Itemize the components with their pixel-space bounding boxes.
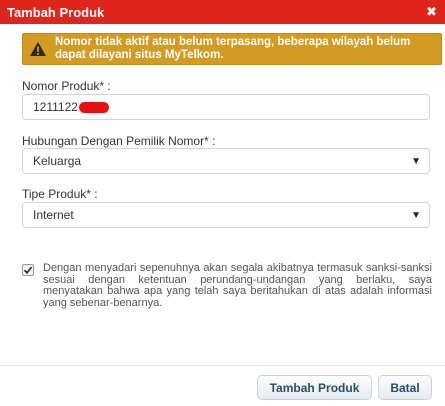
checkmark-icon [23, 266, 33, 275]
batal-button[interactable]: Batal [378, 375, 432, 400]
hubungan-selected: Keluarga [33, 154, 82, 168]
warning-icon [29, 40, 47, 58]
dialog-titlebar: Tambah Produk ✖ [0, 0, 445, 24]
warning-alert: Nomor tidak aktif atau belum terpasang, … [22, 33, 442, 65]
dropdown-arrow-icon: ▼ [411, 209, 421, 221]
consent-text: Dengan menyadari sepenuhnya akan segala … [43, 262, 432, 309]
redaction-mark [78, 101, 109, 113]
consent-checkbox[interactable] [22, 264, 34, 276]
close-icon[interactable]: ✖ [426, 4, 437, 20]
consent-row: Dengan menyadari sepenuhnya akan segala … [22, 262, 432, 309]
footer-divider [0, 365, 445, 366]
dialog-title: Tambah Produk [7, 4, 105, 20]
nomor-produk-label: Nomor Produk* : [22, 79, 111, 93]
tipe-produk-label: Tipe Produk* : [22, 187, 98, 201]
hubungan-select[interactable]: Keluarga ▼ [22, 148, 430, 174]
dropdown-arrow-icon: ▼ [411, 155, 421, 167]
nomor-produk-value: 1211122 [33, 100, 78, 114]
nomor-produk-input[interactable]: 1211122 [22, 94, 430, 120]
hubungan-label: Hubungan Dengan Pemilik Nomor* : [22, 134, 216, 148]
tipe-produk-select[interactable]: Internet ▼ [22, 202, 430, 228]
tambah-produk-button[interactable]: Tambah Produk [257, 375, 372, 400]
alert-message: Nomor tidak aktif atau belum terpasang, … [55, 36, 411, 61]
tipe-produk-selected: Internet [33, 208, 74, 222]
